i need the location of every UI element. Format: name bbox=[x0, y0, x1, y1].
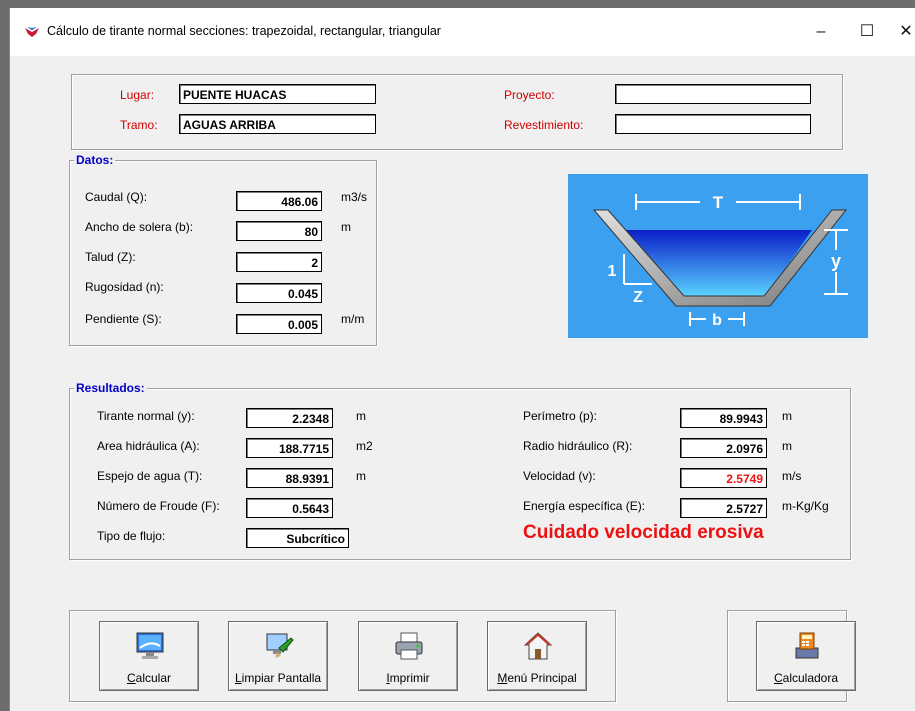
app-logo-icon bbox=[25, 27, 39, 37]
espejo-output: 88.9391 bbox=[246, 468, 333, 488]
title-bar[interactable]: Cálculo de tirante normal secciones: tra… bbox=[10, 8, 915, 56]
ancho-label: Ancho de solera (b): bbox=[85, 220, 194, 234]
radio-output: 2.0976 bbox=[680, 438, 767, 458]
calculadora-label: Calculadora bbox=[773, 671, 839, 685]
radio-unit: m bbox=[782, 439, 792, 453]
area-unit: m2 bbox=[356, 439, 373, 453]
lugar-input[interactable]: PUENTE HUACAS bbox=[179, 84, 376, 104]
energia-unit: m-Kg/Kg bbox=[782, 499, 829, 513]
revestimiento-input[interactable] bbox=[615, 114, 811, 134]
menu-principal-button[interactable]: Menú Principal bbox=[487, 621, 587, 691]
calculadora-button[interactable]: Calculadora bbox=[756, 621, 856, 691]
proyecto-input[interactable] bbox=[615, 84, 811, 104]
pendiente-label: Pendiente (S): bbox=[85, 312, 162, 326]
tipo-flujo-output: Subcrítico bbox=[246, 528, 349, 548]
y-label: y bbox=[831, 251, 841, 271]
limpiar-pantalla-button[interactable]: Limpiar Pantalla bbox=[228, 621, 328, 691]
radio-label: Radio hidráulico (R): bbox=[523, 439, 633, 453]
trapezoid-channel-image: T y 1 Z b bbox=[592, 192, 848, 329]
tirante-output: 2.2348 bbox=[246, 408, 333, 428]
form-content: Lugar: PUENTE HUACAS Tramo: AGUAS ARRIBA… bbox=[10, 56, 915, 711]
tirante-unit: m bbox=[356, 409, 366, 423]
revestimiento-label: Revestimiento: bbox=[504, 118, 584, 132]
ancho-input[interactable]: 80 bbox=[236, 221, 322, 241]
computer-monitor-icon bbox=[136, 632, 164, 659]
t-label: T bbox=[713, 193, 724, 212]
minimize-button[interactable]: – bbox=[798, 14, 844, 50]
talud-input[interactable]: 2 bbox=[236, 252, 322, 272]
tirante-label: Tirante normal (y): bbox=[97, 409, 195, 423]
caudal-label: Caudal (Q): bbox=[85, 190, 148, 204]
velocidad-unit: m/s bbox=[782, 469, 802, 483]
imprimir-button[interactable]: Imprimir bbox=[358, 621, 458, 691]
perimetro-output: 89.9943 bbox=[680, 408, 767, 428]
caudal-input[interactable]: 486.06 bbox=[236, 191, 322, 211]
perimetro-unit: m bbox=[782, 409, 792, 423]
proyecto-label: Proyecto: bbox=[504, 88, 555, 102]
printer-icon bbox=[395, 632, 423, 660]
tipo-flujo-label: Tipo de flujo: bbox=[97, 529, 166, 543]
rugosidad-input[interactable]: 0.045 bbox=[236, 283, 322, 303]
area-output: 188.7715 bbox=[246, 438, 333, 458]
energia-output: 2.5727 bbox=[680, 498, 767, 518]
imprimir-label: Imprimir bbox=[386, 671, 430, 685]
b-label: b bbox=[712, 312, 722, 329]
z-label: Z bbox=[633, 289, 643, 306]
pendiente-input[interactable]: 0.005 bbox=[236, 314, 322, 334]
erosion-warning: Cuidado velocidad erosiva bbox=[523, 522, 764, 543]
clean-screen-icon bbox=[266, 633, 294, 658]
perimetro-label: Perímetro (p): bbox=[523, 409, 598, 423]
talud-label: Talud (Z): bbox=[85, 250, 136, 264]
area-label: Area hidráulica (A): bbox=[97, 439, 200, 453]
close-button[interactable]: ✕ bbox=[883, 14, 915, 50]
calcular-button[interactable]: Calcular bbox=[99, 621, 199, 691]
caudal-unit: m3/s bbox=[341, 190, 368, 204]
menu-principal-label: Menú Principal bbox=[497, 671, 577, 685]
espejo-unit: m bbox=[356, 469, 366, 483]
froude-label: Número de Froude (F): bbox=[97, 499, 220, 513]
espejo-label: Espejo de agua (T): bbox=[97, 469, 203, 483]
tramo-label: Tramo: bbox=[120, 118, 158, 132]
energia-label: Energía específica (E): bbox=[523, 499, 646, 513]
app-window: Cálculo de tirante normal secciones: tra… bbox=[9, 8, 915, 711]
window-title: Cálculo de tirante normal secciones: tra… bbox=[47, 24, 441, 38]
lugar-label: Lugar: bbox=[120, 88, 155, 102]
channel-section-diagram: T y 1 Z b bbox=[568, 174, 868, 338]
rugosidad-label: Rugosidad (n): bbox=[85, 280, 164, 294]
froude-output: 0.5643 bbox=[246, 498, 333, 518]
resultados-title: Resultados: bbox=[74, 381, 147, 395]
datos-title: Datos: bbox=[74, 153, 116, 167]
velocidad-label: Velocidad (v): bbox=[523, 469, 596, 483]
ancho-unit: m bbox=[341, 220, 351, 234]
calculator-icon bbox=[795, 632, 819, 659]
home-icon bbox=[523, 632, 553, 660]
calcular-label: Calcular bbox=[126, 671, 172, 685]
velocidad-output: 2.5749 bbox=[680, 468, 767, 488]
pendiente-unit: m/m bbox=[341, 312, 365, 326]
limpiar-pantalla-label: Limpiar Pantalla bbox=[234, 671, 322, 685]
one-label: 1 bbox=[608, 263, 617, 280]
tramo-input[interactable]: AGUAS ARRIBA bbox=[179, 114, 376, 134]
